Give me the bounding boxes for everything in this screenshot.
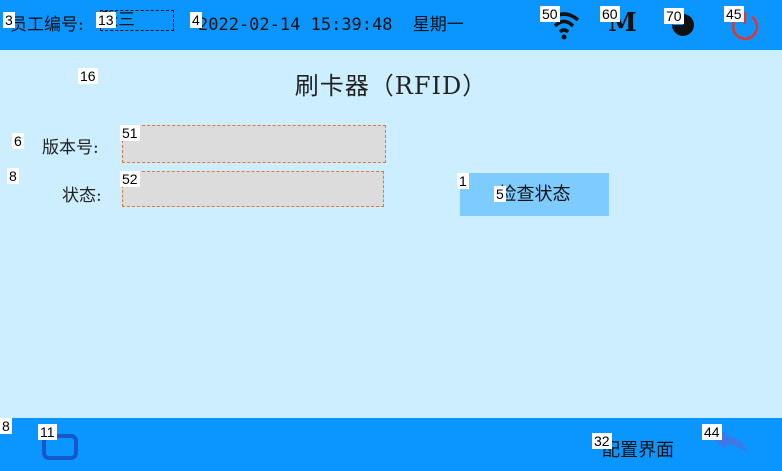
version-field[interactable] xyxy=(122,125,386,163)
marker-tag: 52 xyxy=(120,171,140,187)
status-field[interactable] xyxy=(122,171,384,207)
marker-tag: 4 xyxy=(190,12,202,28)
datetime-display: 2022-02-14 15:39:48 星期一 xyxy=(198,10,464,35)
date-text: 2022-02-14 xyxy=(198,15,301,35)
marker-tag: 50 xyxy=(540,6,560,22)
weekday-text: 星期一 xyxy=(412,15,464,35)
marker-tag: 8 xyxy=(7,168,19,184)
page-title: 刷卡器（RFID） xyxy=(294,72,488,100)
check-status-button[interactable]: 检查状态 xyxy=(460,173,609,216)
config-screen-link[interactable]: 配置界面 xyxy=(602,436,674,462)
marker-tag: 5 xyxy=(494,186,506,202)
status-label: 状态: xyxy=(62,186,102,206)
marker-tag: 60 xyxy=(600,6,620,22)
marker-tag: 8 xyxy=(0,418,12,434)
time-text: 15:39:48 xyxy=(310,15,393,35)
marker-tag: 11 xyxy=(38,424,57,440)
employee-id-label: 员工编号: xyxy=(10,15,84,35)
marker-tag: 16 xyxy=(78,68,98,84)
marker-tag: 1 xyxy=(457,173,469,189)
version-label: 版本号: xyxy=(42,138,99,158)
marker-tag: 32 xyxy=(592,433,612,449)
marker-tag: 13 xyxy=(96,12,116,28)
marker-tag: 44 xyxy=(702,424,722,440)
marker-tag: 51 xyxy=(120,125,140,141)
marker-tag: 6 xyxy=(12,133,24,149)
marker-tag: 45 xyxy=(724,6,744,22)
marker-tag: 3 xyxy=(3,12,15,28)
marker-tag: 70 xyxy=(664,8,684,24)
